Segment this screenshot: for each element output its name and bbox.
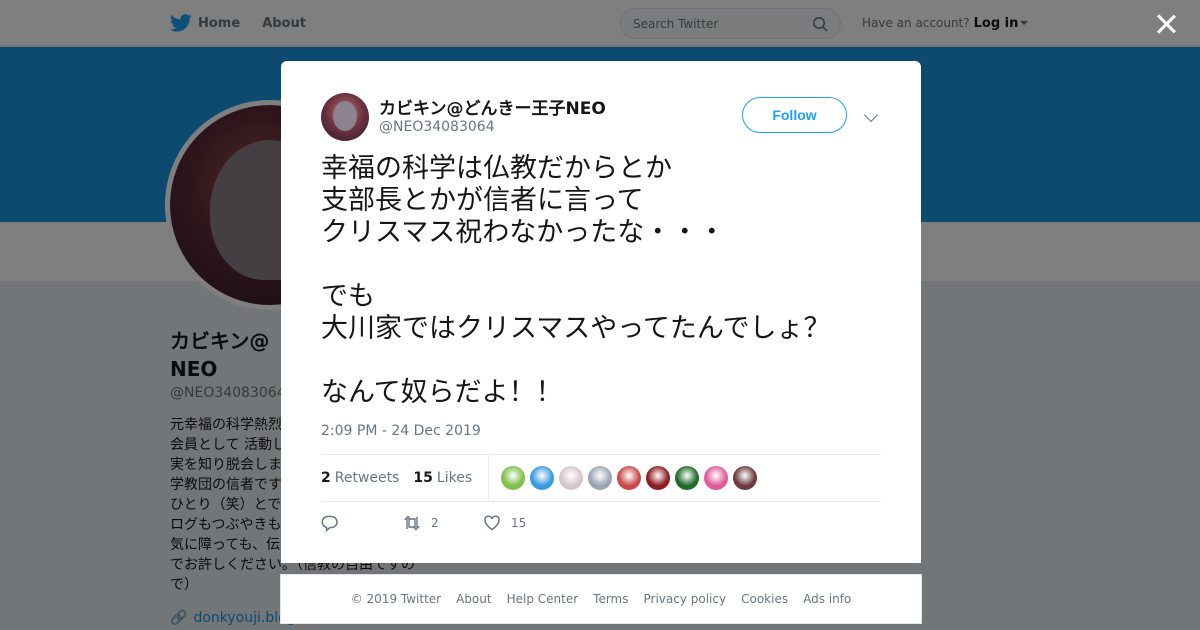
retweet-icon bbox=[403, 515, 421, 531]
liker-avatar[interactable] bbox=[617, 466, 642, 490]
stats-divider bbox=[488, 455, 490, 501]
likes-count: 15 bbox=[413, 470, 433, 486]
footer-links: © 2019 Twitter About Help Center Terms Priva… bbox=[280, 574, 922, 624]
footer-link[interactable]: About bbox=[456, 592, 491, 606]
chevron-down-icon[interactable] bbox=[863, 107, 879, 123]
retweets-count: 2 bbox=[321, 470, 331, 486]
liker-avatar[interactable] bbox=[588, 466, 613, 490]
tweet-timestamp[interactable]: 2:09 PM - 24 Dec 2019 bbox=[321, 423, 481, 439]
retweets-stat[interactable]: 2 Retweets bbox=[321, 470, 399, 486]
like-action[interactable]: 15 bbox=[483, 514, 526, 532]
likes-label: Likes bbox=[436, 470, 473, 486]
heart-icon bbox=[484, 515, 500, 531]
avatar[interactable] bbox=[321, 93, 369, 141]
tweet-modal: カビキン@どんきー王子NEO @NEO34083064 Follow 幸福の科学… bbox=[281, 61, 921, 563]
footer-link[interactable]: Terms bbox=[593, 592, 628, 606]
tweet-author-handle[interactable]: @NEO34083064 bbox=[379, 119, 495, 135]
close-icon[interactable] bbox=[1152, 10, 1180, 38]
footer-link[interactable]: Cookies bbox=[741, 592, 788, 606]
footer-link[interactable]: Privacy policy bbox=[644, 592, 727, 606]
footer-link[interactable]: Ads info bbox=[803, 592, 851, 606]
tweet-stats: 2 Retweets 15 Likes bbox=[321, 454, 881, 502]
footer-link[interactable]: Help Center bbox=[507, 592, 579, 606]
liker-avatar[interactable] bbox=[733, 466, 758, 490]
tweet-text: 幸福の科学は仏教だからとか 支部長とかが信者に言って クリスマス祝わなかったな・… bbox=[321, 153, 831, 408]
liker-avatar[interactable] bbox=[704, 466, 729, 490]
retweet-action[interactable]: 2 bbox=[403, 514, 483, 532]
like-count: 15 bbox=[511, 516, 527, 530]
likers-list bbox=[501, 466, 758, 490]
footer-link[interactable]: © 2019 Twitter bbox=[351, 592, 441, 606]
follow-button[interactable]: Follow bbox=[742, 97, 847, 133]
liker-avatar[interactable] bbox=[501, 466, 526, 490]
reply-icon bbox=[321, 515, 338, 532]
likes-stat[interactable]: 15 Likes bbox=[413, 470, 472, 486]
liker-avatar[interactable] bbox=[675, 466, 700, 490]
liker-avatar[interactable] bbox=[559, 466, 584, 490]
retweet-count: 2 bbox=[431, 516, 439, 530]
liker-avatar[interactable] bbox=[646, 466, 671, 490]
retweets-label: Retweets bbox=[334, 470, 400, 486]
liker-avatar[interactable] bbox=[530, 466, 555, 490]
tweet-actions: 2 15 bbox=[321, 514, 526, 532]
reply-action[interactable] bbox=[321, 514, 403, 532]
tweet-author-name[interactable]: カビキン@どんきー王子NEO bbox=[379, 94, 606, 119]
